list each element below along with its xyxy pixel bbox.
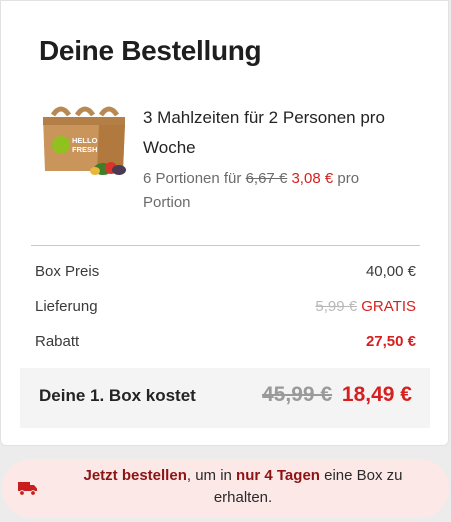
portion-new-price: 3,08 €	[291, 170, 334, 187]
box-price-label: Box Preis	[35, 263, 100, 280]
discount-row: Rabatt 27,50 €	[35, 333, 416, 357]
box-price-row: Box Preis 40,00 €	[35, 263, 416, 287]
discount-value: 27,50 €	[365, 333, 416, 350]
order-now-link[interactable]: Jetzt bestellen	[83, 467, 186, 484]
box-price-value: 40,00 €	[365, 263, 416, 280]
hellofresh-box-image: HELLO FRESH	[43, 106, 126, 175]
total-old-price: 45,99 €	[262, 383, 333, 406]
portion-price-text: 6 Portionen für 6,67 € 3,08 € pro Portio…	[143, 167, 403, 215]
delivery-row: Lieferung 5,99 € GRATIS	[35, 298, 416, 322]
delivery-label: Lieferung	[35, 298, 98, 315]
delivery-old-price: 5,99 €	[315, 298, 358, 315]
truck-icon	[18, 482, 37, 496]
delivery-days-highlight: nur 4 Tagen	[236, 467, 320, 484]
total-label: Deine 1. Box kostet	[39, 386, 196, 405]
summary-divider	[31, 245, 420, 246]
order-title: Deine Bestellung	[39, 35, 262, 66]
portion-prefix: 6 Portionen für	[143, 170, 242, 187]
total-value-group: 45,99 € 18,49 €	[262, 383, 412, 407]
delivery-value-group: 5,99 € GRATIS	[315, 298, 416, 315]
total-price: 18,49 €	[341, 383, 412, 406]
logo-text-fresh: FRESH	[72, 145, 97, 154]
product-name: 3 Mahlzeiten für 2 Personen pro Woche	[143, 108, 385, 157]
banner-text: Jetzt bestellen, um in nur 4 Tagen eine …	[56, 465, 430, 509]
delivery-free-badge: GRATIS	[361, 298, 416, 315]
total-box: Deine 1. Box kostet 45,99 € 18,49 €	[20, 368, 430, 428]
portion-old-price: 6,67 €	[245, 170, 288, 187]
order-summary-card: Deine Bestellung HELLO FRESH 3 Mahlzeite…	[0, 0, 449, 446]
order-now-banner: Jetzt bestellen, um in nur 4 Tagen eine …	[2, 459, 449, 518]
banner-text-mid: , um in	[186, 467, 237, 484]
logo-text-hello: HELLO	[72, 136, 98, 145]
discount-label: Rabatt	[35, 333, 80, 350]
